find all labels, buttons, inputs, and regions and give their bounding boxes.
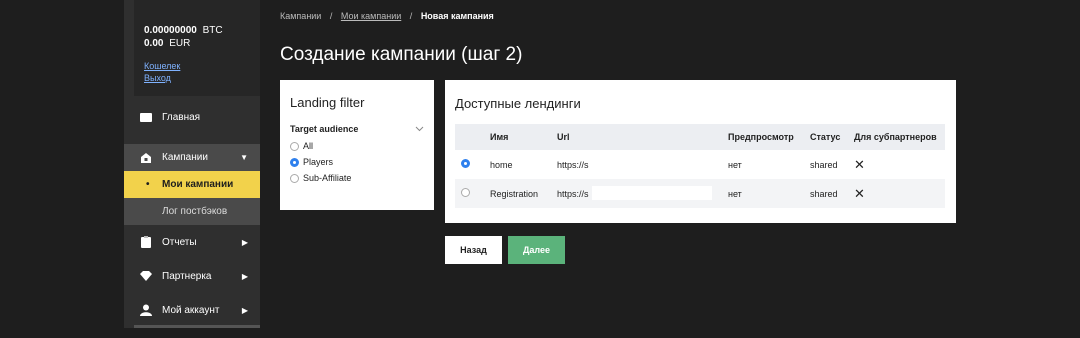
audience-option-all[interactable]: All xyxy=(290,138,424,154)
campaign-icon xyxy=(140,152,152,164)
column-name: Имя xyxy=(490,132,509,142)
sidebar-item-label: Мой аккаунт xyxy=(162,304,220,316)
wallet-link[interactable]: Кошелек xyxy=(144,60,260,72)
sidebar-item-reports[interactable]: Отчеты ▶ xyxy=(124,225,260,259)
column-url: Url xyxy=(557,132,570,142)
option-label: Players xyxy=(303,157,334,167)
eur-balance: 0.00 EUR xyxy=(144,37,260,50)
landing-url: https://s xyxy=(557,179,728,208)
column-status: Статус xyxy=(810,132,841,142)
target-audience-label: Target audience xyxy=(290,124,359,134)
breadcrumb-separator: / xyxy=(409,11,413,21)
btc-currency: BTC xyxy=(202,25,223,36)
close-icon: ✕ xyxy=(854,156,865,172)
chevron-right-icon: ▶ xyxy=(241,271,248,281)
audience-options: All Players Sub-Affiliate xyxy=(290,138,424,186)
sidebar-item-label: Отчеты xyxy=(162,236,197,248)
breadcrumb: Кампании / Мои кампании / Новая кампания xyxy=(280,11,494,21)
landing-name: home xyxy=(490,159,513,170)
sidebar-item-label: Кампании xyxy=(162,152,208,163)
landings-title: Доступные лендинги xyxy=(455,96,581,111)
audience-option-sub-affiliate[interactable]: Sub-Affiliate xyxy=(290,170,424,186)
sidebar-nav: Главная Кампании ▼ Мои кампании Лог пост… xyxy=(124,100,260,327)
sidebar: 0.00000000 BTC 0.00 EUR Кошелек Выход Гл… xyxy=(124,0,260,328)
chevron-down-icon xyxy=(415,124,424,134)
column-select xyxy=(455,124,490,150)
sidebar-item-postback-log[interactable]: Лог постбэков xyxy=(124,198,260,225)
column-preview: Предпросмотр xyxy=(728,132,794,142)
sidebar-divider xyxy=(134,325,260,328)
clipboard-icon xyxy=(140,236,152,248)
eur-currency: EUR xyxy=(169,38,191,49)
filter-title: Landing filter xyxy=(290,95,365,110)
sidebar-item-partner[interactable]: Партнерка ▶ xyxy=(124,259,260,293)
url-redaction xyxy=(592,186,712,200)
available-landings-panel: Доступные лендинги Имя Url Предпросмотр … xyxy=(445,80,956,223)
chevron-right-icon: ▶ xyxy=(241,237,248,247)
breadcrumb-separator: / xyxy=(329,11,333,21)
sidebar-item-account[interactable]: Мой аккаунт ▶ xyxy=(124,293,260,327)
btc-balance: 0.00000000 BTC xyxy=(144,24,260,37)
btc-amount: 0.00000000 xyxy=(144,25,197,36)
radio-button[interactable] xyxy=(290,141,299,151)
landing-url: https://s xyxy=(557,150,728,179)
chevron-down-icon: ▼ xyxy=(240,153,248,162)
chevron-right-icon: ▶ xyxy=(241,305,248,315)
next-button[interactable]: Далее xyxy=(508,236,565,264)
url-text: https://s xyxy=(557,159,589,170)
breadcrumb-root[interactable]: Кампании xyxy=(280,11,321,21)
table-header-row: Имя Url Предпросмотр Статус Для субпартн… xyxy=(455,124,945,150)
sidebar-item-label: Главная xyxy=(162,111,201,123)
radio-button-selected[interactable] xyxy=(290,157,299,167)
landing-status: shared xyxy=(810,188,838,199)
row-radio-selected[interactable] xyxy=(461,159,470,168)
radio-button[interactable] xyxy=(290,173,299,183)
logout-link[interactable]: Выход xyxy=(144,72,260,84)
landing-preview: нет xyxy=(728,159,742,170)
audience-option-players[interactable]: Players xyxy=(290,154,424,170)
table-row[interactable]: home https://s нет shared ✕ xyxy=(455,150,945,179)
target-audience-toggle[interactable]: Target audience xyxy=(290,124,424,134)
back-button[interactable]: Назад xyxy=(445,236,502,264)
diamond-icon xyxy=(140,270,152,282)
wallet-panel: 0.00000000 BTC 0.00 EUR Кошелек Выход xyxy=(134,0,260,96)
sidebar-item-campaigns[interactable]: Кампании ▼ xyxy=(124,144,260,171)
option-label: Sub-Affiliate xyxy=(303,173,352,183)
option-label: All xyxy=(303,141,314,151)
home-icon xyxy=(140,111,152,123)
landing-preview: нет xyxy=(728,188,742,199)
close-icon: ✕ xyxy=(854,185,865,201)
sidebar-item-home[interactable]: Главная xyxy=(124,100,260,134)
landings-table: Имя Url Предпросмотр Статус Для субпартн… xyxy=(455,124,945,208)
landing-status: shared xyxy=(810,159,838,170)
page-title: Создание кампании (шаг 2) xyxy=(280,44,523,65)
url-text: https://s xyxy=(557,188,589,199)
breadcrumb-parent[interactable]: Мои кампании xyxy=(341,11,401,21)
column-subpartners: Для субпартнеров xyxy=(854,132,937,142)
row-radio[interactable] xyxy=(461,188,470,197)
landing-filter-panel: Landing filter Target audience All Playe… xyxy=(280,80,434,210)
table-row[interactable]: Registration https://s нет shared ✕ xyxy=(455,179,945,208)
breadcrumb-current: Новая кампания xyxy=(420,11,494,21)
landing-name: Registration xyxy=(490,188,539,199)
sidebar-item-label: Партнерка xyxy=(162,270,212,282)
user-icon xyxy=(140,304,152,316)
eur-amount: 0.00 xyxy=(144,38,164,49)
sidebar-item-my-campaigns[interactable]: Мои кампании xyxy=(124,171,260,198)
